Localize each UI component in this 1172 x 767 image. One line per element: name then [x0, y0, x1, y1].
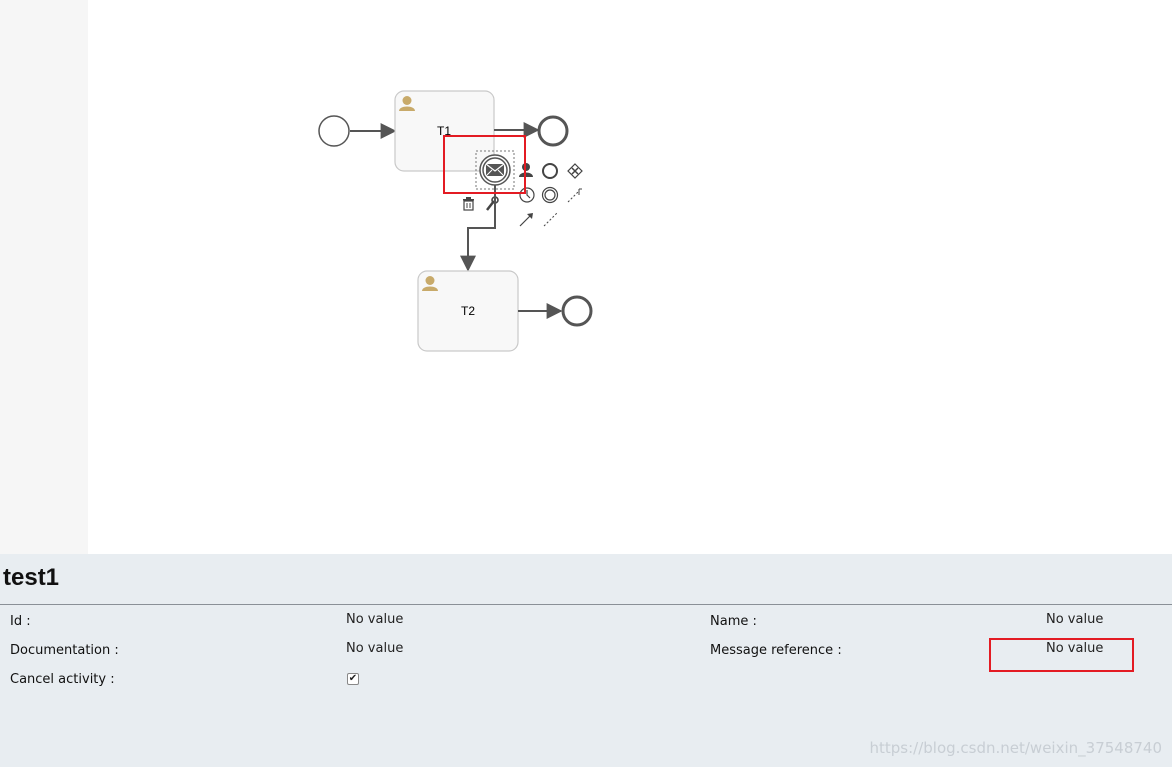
prop-label-cancel-activity: Cancel activity :: [10, 672, 115, 687]
gateway-icon[interactable]: [567, 163, 583, 179]
highlight-box-message-reference: [989, 638, 1134, 672]
prop-value-documentation[interactable]: No value: [346, 641, 403, 656]
prop-value-id[interactable]: No value: [346, 612, 403, 627]
start-event[interactable]: [318, 115, 350, 147]
intermediate-event-icon[interactable]: [541, 186, 559, 204]
envelope-icon[interactable]: [479, 154, 511, 186]
sequence-flow-boundary-t2[interactable]: [460, 185, 496, 272]
task-t2[interactable]: T2: [417, 270, 519, 352]
watermark: https://blog.csdn.net/weixin_37548740: [869, 739, 1162, 757]
end-event-1[interactable]: [537, 115, 569, 147]
properties-divider: [0, 604, 1172, 605]
prop-label-documentation: Documentation :: [10, 643, 119, 658]
properties-title: test1: [3, 564, 60, 591]
prop-label-name: Name :: [710, 614, 757, 629]
trash-icon[interactable]: [463, 197, 474, 211]
timer-icon[interactable]: [519, 187, 535, 203]
text-annotation-icon[interactable]: [567, 188, 582, 203]
end-event-2[interactable]: [561, 295, 593, 327]
sequence-flow-icon[interactable]: [519, 213, 533, 227]
association-icon[interactable]: [543, 211, 559, 227]
wrench-icon[interactable]: [486, 196, 499, 211]
task-label-t2: T2: [461, 304, 475, 318]
prop-label-message-reference: Message reference :: [710, 643, 842, 658]
bpmn-diagram[interactable]: T1 T2: [0, 0, 1172, 554]
cancel-activity-checkbox[interactable]: ✔: [347, 673, 359, 685]
prop-label-id: Id :: [10, 614, 31, 629]
circle-event-icon[interactable]: [542, 163, 558, 179]
properties-panel: test1 Id : No value Documentation : No v…: [0, 554, 1172, 767]
prop-value-name[interactable]: No value: [1046, 612, 1103, 627]
